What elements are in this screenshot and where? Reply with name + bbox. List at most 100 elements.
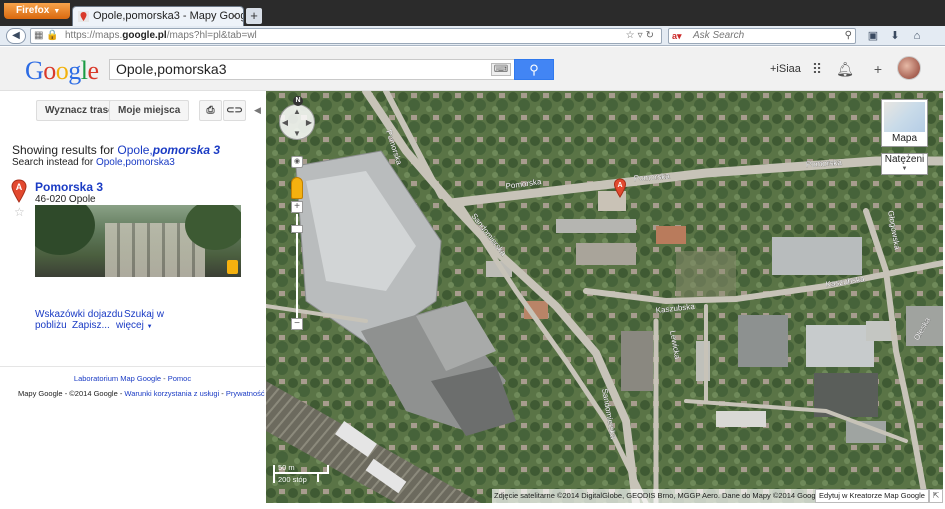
pegman-icon[interactable] [291, 177, 303, 199]
street-label: Pomorska [806, 158, 843, 169]
scale-imperial: 200 stóp [278, 475, 307, 484]
pan-up-icon[interactable]: ▲ [280, 107, 314, 116]
keyboard-icon[interactable]: ⌨ [491, 63, 511, 76]
result-marker-icon[interactable]: A [10, 179, 28, 203]
browser-search-placeholder: Ask Search [693, 30, 745, 41]
pegman-icon [227, 260, 238, 274]
help-link[interactable]: Pomoc [168, 374, 191, 383]
search-nearby-link-cont[interactable]: pobliżu [35, 320, 67, 331]
print-button[interactable]: ⎙ [199, 100, 222, 121]
pan-control[interactable]: ▲ ▼ ◀ ▶ [279, 104, 315, 140]
firefox-menu-label: Firefox [16, 5, 50, 16]
site-identity-icon[interactable]: ▦ 🔒 [34, 29, 59, 43]
zoom-slider-handle[interactable] [291, 225, 303, 233]
scale-tick [273, 465, 275, 483]
search-instead-line: Search instead for Opole,pomorska3 [12, 157, 175, 168]
terms-link[interactable]: Warunki korzystania z usługi [124, 389, 219, 398]
logo-letter: l [80, 56, 88, 85]
results-panel: Wyznacz trasę Moje miejsca ⎙ ⊂⊃ ◀ Showin… [0, 91, 265, 509]
traffic-layer-button[interactable]: Natężeni ▼ [881, 153, 928, 175]
showing-prefix: Showing results for [12, 143, 118, 157]
zoom-out-button[interactable]: − [291, 318, 303, 330]
browser-tab[interactable]: Opole,pomorska3 - Mapy Google ✕ [72, 6, 244, 26]
browser-search-field[interactable]: a▾ Ask Search ⚲ [668, 28, 856, 44]
google-header: Google Opole,pomorska3 ⌨ ⚲ +iSiaa ⠿ 🔔︎ + [0, 47, 945, 91]
url-prefix: https://maps. [65, 30, 123, 41]
map-marker-icon[interactable]: A [613, 178, 627, 198]
showing-results-heading: Showing results for Opole,pomorska 3 [12, 143, 220, 157]
logo-letter: G [25, 56, 44, 85]
logo-letter: o [43, 56, 56, 85]
logo-letter: g [68, 56, 81, 85]
apps-grid-icon[interactable]: ⠿ [808, 60, 826, 78]
collapse-panel-icon[interactable]: ◀ [254, 105, 261, 116]
scale-bar: 50 m 200 stóp [273, 463, 333, 485]
more-link[interactable]: więcej ▼ [116, 320, 153, 331]
privacy-link[interactable]: Prywatność [226, 389, 265, 398]
copyright-text: Mapy Google - ©2014 Google - [18, 389, 125, 398]
chevron-down-icon: ▼ [53, 8, 61, 15]
ask-engine-icon[interactable]: a▾ [672, 29, 682, 43]
map-marker-letter: A [617, 182, 622, 189]
home-icon[interactable]: ⌂ [906, 28, 928, 44]
result-marker-letter: A [16, 182, 23, 192]
scale-tick [317, 472, 319, 482]
search-button[interactable]: ⚲ [514, 59, 554, 80]
search-icon: ⚲ [529, 62, 539, 77]
close-icon[interactable]: ✕ [230, 10, 239, 23]
notifications-bell-icon[interactable]: 🔔︎ [836, 60, 854, 78]
my-places-button[interactable]: Moje miejsca [109, 100, 190, 121]
pan-right-icon[interactable]: ▶ [292, 118, 326, 127]
share-plus-icon[interactable]: + [869, 60, 887, 78]
maps-search-input[interactable]: Opole,pomorska3 [109, 59, 515, 80]
satellite-map[interactable]: Pomorska Pomorska Pomorska Pomorska Sand… [266, 91, 943, 503]
chevron-down-icon: ▼ [146, 324, 153, 330]
save-link[interactable]: Zapisz... [72, 320, 110, 331]
download-icon[interactable]: ⬇ [884, 28, 906, 44]
scale-metric: 50 m [278, 463, 295, 472]
firefox-menu-button[interactable]: Firefox ▼ [4, 3, 70, 19]
tab-title: Opole,pomorska3 - Mapy Google [93, 10, 244, 22]
footer-separator: - [219, 389, 226, 398]
link-icon: ⊂⊃ [226, 105, 243, 116]
search-nearby-link[interactable]: Szukaj w [124, 309, 164, 320]
link-button[interactable]: ⊂⊃ [223, 100, 246, 121]
star-icon[interactable]: ☆ [14, 205, 25, 219]
scale-tick [327, 465, 329, 473]
labs-link[interactable]: Laboratorium Map Google [74, 374, 161, 383]
report-problem-icon[interactable]: ⇱ [929, 489, 943, 503]
corrected-query-link[interactable]: Opole,pomorska 3 [117, 143, 220, 157]
divider [0, 366, 265, 367]
compass-north-icon[interactable]: N [293, 96, 303, 106]
map-maker-link[interactable]: Edytuj w Kreatorze Map Google [815, 489, 929, 503]
photo-tree [35, 205, 95, 255]
screenshot-icon[interactable]: ▣ [862, 28, 884, 44]
google-logo[interactable]: Google [25, 56, 99, 86]
search-icon[interactable]: ⚲ [845, 29, 852, 43]
query-plain: Opole, [117, 143, 153, 157]
pan-down-icon[interactable]: ▼ [280, 129, 314, 138]
bookmark-star-icon[interactable]: ☆▿↻ [626, 29, 657, 43]
directions-link[interactable]: Wskazówki dojazdu [35, 309, 123, 320]
satellite-imagery: Pomorska Pomorska Pomorska Pomorska Sand… [266, 91, 943, 503]
map-type-toggle[interactable]: Mapa [881, 99, 928, 147]
rotate-icon[interactable]: ◉ [291, 156, 303, 168]
url-bar[interactable]: ▦ 🔒 https://maps.google.pl/maps?hl=pl&ta… [30, 28, 662, 44]
logo-letter: e [87, 56, 100, 85]
more-label: więcej [116, 320, 144, 331]
toolbar-icons: ▣ ⬇ ⌂ [862, 28, 942, 44]
result-title-link[interactable]: Pomorska 3 [35, 180, 103, 194]
google-maps-favicon-icon [78, 11, 89, 22]
new-tab-button[interactable]: + [246, 8, 262, 24]
back-button[interactable]: ◀ [6, 28, 26, 44]
browser-titlebar: Firefox ▼ Opole,pomorska3 - Mapy Google ✕… [0, 0, 945, 26]
scale-line [273, 472, 329, 474]
result-address: 46-020 Opole [35, 194, 96, 205]
footer-links: Laboratorium Map Google - Pomoc [0, 374, 265, 383]
logo-letter: o [55, 56, 69, 85]
original-query-link[interactable]: Opole,pomorska3 [96, 157, 175, 168]
zoom-in-button[interactable]: + [291, 201, 303, 213]
user-profile-link[interactable]: +iSiaa [770, 63, 801, 75]
avatar[interactable] [897, 56, 921, 80]
street-view-thumbnail[interactable] [35, 205, 241, 277]
